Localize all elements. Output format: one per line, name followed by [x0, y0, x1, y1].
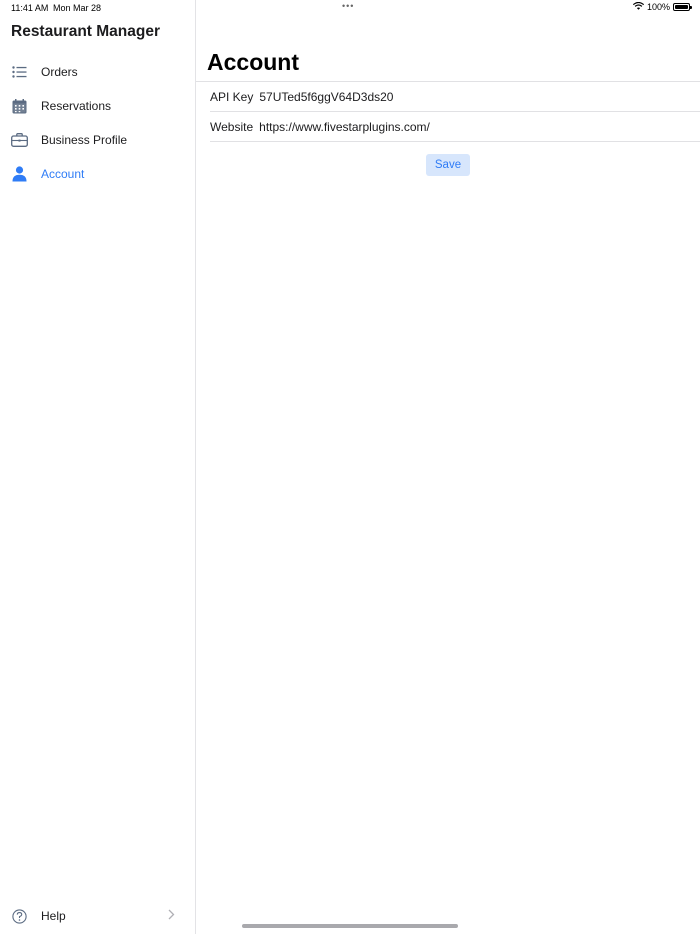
sidebar-item-label: Account: [41, 167, 85, 181]
save-button[interactable]: Save: [426, 154, 470, 176]
api-key-row: API Key: [210, 82, 560, 112]
list-icon: [11, 64, 28, 81]
status-indicators: 100%: [632, 1, 692, 12]
briefcase-icon: [11, 132, 28, 149]
chevron-right-icon: [168, 909, 175, 923]
multitasking-dots-icon[interactable]: •••: [342, 1, 354, 11]
help-item[interactable]: Help: [0, 902, 195, 930]
divider: [210, 141, 700, 142]
status-time: 11:41 AM: [11, 3, 49, 13]
website-label: Website: [210, 120, 254, 134]
status-bar: 11:41 AM Mon Mar 28 ••• 100%: [0, 0, 700, 18]
home-indicator[interactable]: [242, 924, 458, 928]
api-key-field[interactable]: [259, 90, 560, 104]
sidebar: Restaurant Manager Orders Reservations B…: [0, 0, 196, 934]
wifi-icon: [632, 1, 645, 12]
app-screen: Restaurant Manager Orders Reservations B…: [0, 0, 700, 934]
battery-percent: 100%: [646, 2, 670, 12]
person-icon: [11, 166, 28, 183]
sidebar-item-orders[interactable]: Orders: [0, 57, 195, 87]
status-date: Mon Mar 28: [53, 3, 102, 13]
battery-icon: [673, 3, 692, 11]
calendar-icon: [11, 98, 28, 115]
website-field[interactable]: [259, 120, 560, 134]
sidebar-item-reservations[interactable]: Reservations: [0, 91, 195, 121]
website-row: Website: [210, 112, 560, 142]
page-title: Account: [207, 49, 299, 75]
sidebar-item-label: Reservations: [41, 99, 112, 113]
sidebar-title: Restaurant Manager: [11, 23, 161, 40]
sidebar-item-business-profile[interactable]: Business Profile: [0, 125, 195, 155]
help-label: Help: [41, 909, 66, 923]
sidebar-item-account[interactable]: Account: [0, 159, 195, 189]
sidebar-item-label: Business Profile: [41, 133, 128, 147]
question-circle-icon: [11, 908, 28, 925]
main-content: Account API Key Website Save: [196, 0, 700, 934]
sidebar-item-label: Orders: [41, 65, 78, 79]
api-key-label: API Key: [210, 90, 254, 104]
